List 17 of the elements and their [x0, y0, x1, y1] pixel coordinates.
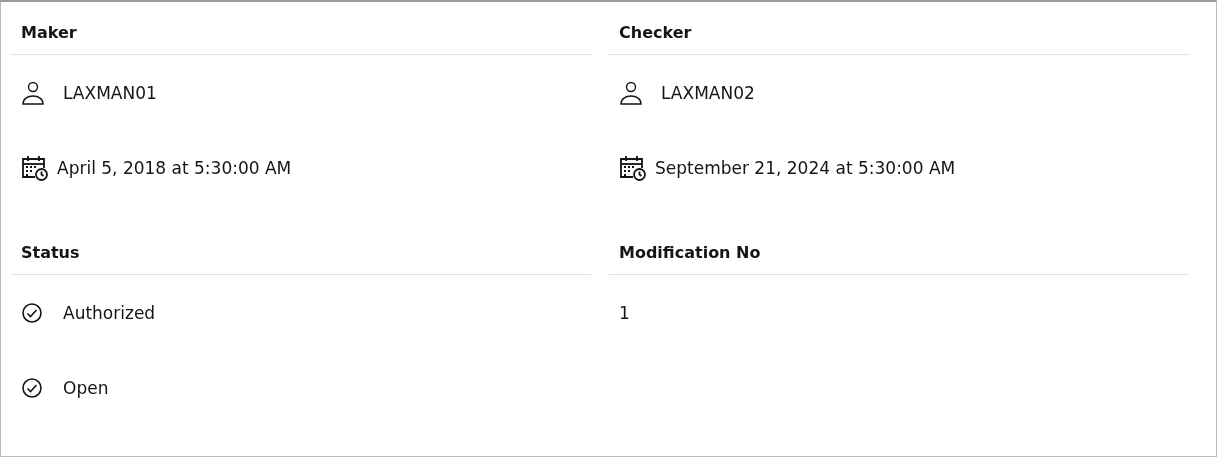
check-circle-icon [21, 376, 43, 399]
section-heading: Maker [21, 22, 77, 42]
check-circle-icon [21, 301, 43, 324]
status-value: Open [63, 377, 109, 398]
calendar-clock-icon [619, 153, 647, 182]
date-time: April 5, 2018 at 5:30:00 AM [57, 157, 292, 178]
user-icon [619, 79, 643, 106]
section-heading: Status [21, 242, 80, 262]
calendar-clock-icon [21, 153, 49, 182]
user-icon [21, 79, 45, 106]
user-name: LAXMAN02 [661, 82, 755, 103]
modification-number: 1 [619, 302, 630, 323]
section-heading: Checker [619, 22, 692, 42]
status-value: Authorized [63, 302, 156, 323]
section-heading: Modification No [619, 242, 761, 262]
date-time: September 21, 2024 at 5:30:00 AM [655, 157, 956, 178]
user-name: LAXMAN01 [63, 82, 157, 103]
